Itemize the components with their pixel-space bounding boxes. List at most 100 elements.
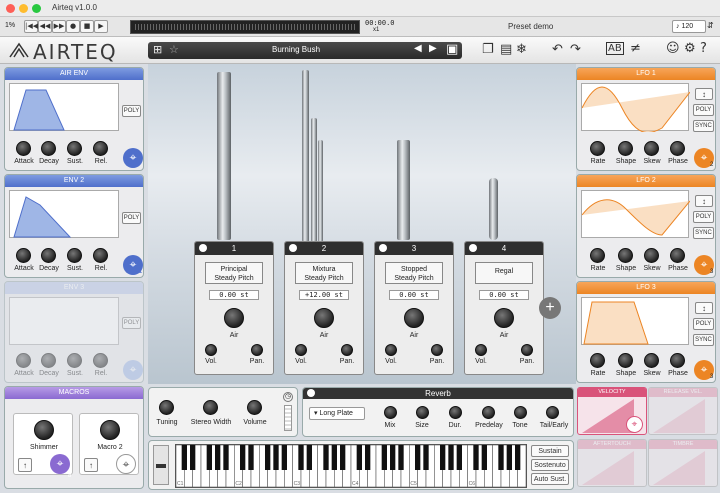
poly-button[interactable]: POLY bbox=[693, 104, 714, 116]
lfo-waveform-graph[interactable] bbox=[581, 190, 691, 238]
piano-keys[interactable]: C1 C2 C3 C4 C5 C6 bbox=[175, 444, 527, 488]
black-key[interactable] bbox=[306, 445, 312, 470]
volume-knob[interactable] bbox=[475, 344, 487, 356]
black-key[interactable] bbox=[248, 445, 254, 470]
shape-knob[interactable] bbox=[618, 353, 633, 368]
black-key[interactable] bbox=[398, 445, 404, 470]
preset-name[interactable]: Burning Bush bbox=[148, 45, 444, 54]
shimmer-knob[interactable] bbox=[34, 420, 54, 440]
black-key[interactable] bbox=[456, 445, 462, 470]
black-key[interactable] bbox=[215, 445, 221, 470]
pitch-field[interactable]: 0.00 st bbox=[479, 290, 529, 300]
stop-button[interactable]: ■ bbox=[80, 20, 94, 33]
previous-preset-icon[interactable]: ◀ bbox=[414, 43, 422, 54]
release-knob[interactable] bbox=[93, 248, 108, 263]
phase-knob[interactable] bbox=[670, 353, 685, 368]
next-preset-icon[interactable]: ▶ bbox=[429, 43, 437, 54]
pan-knob[interactable] bbox=[431, 344, 443, 356]
black-key[interactable] bbox=[273, 445, 279, 470]
settings-gear-icon[interactable]: ⚙ bbox=[684, 41, 696, 56]
black-key[interactable] bbox=[331, 445, 337, 470]
attack-knob[interactable] bbox=[16, 353, 31, 368]
poly-button[interactable]: POLY bbox=[122, 212, 141, 224]
preset-browser-bar[interactable]: ⊞ ☆ Burning Bush ◀ ▶ bbox=[148, 42, 462, 59]
layer-instrument-button[interactable]: Stopped Steady Pitch bbox=[385, 262, 443, 284]
release-velocity-panel[interactable]: RELEASE VEL. bbox=[648, 387, 718, 435]
shape-knob[interactable] bbox=[618, 141, 633, 156]
tuning-knob[interactable] bbox=[159, 400, 174, 415]
air-knob[interactable] bbox=[404, 308, 424, 328]
black-key[interactable] bbox=[415, 445, 421, 470]
black-key[interactable] bbox=[365, 445, 371, 470]
pan-knob[interactable] bbox=[521, 344, 533, 356]
sync-button[interactable]: SYNC bbox=[693, 227, 714, 239]
pitch-field[interactable]: +12.00 st bbox=[299, 290, 349, 300]
close-window-button[interactable] bbox=[6, 4, 15, 13]
velocity-panel[interactable]: VELOCITY ⌖ bbox=[577, 387, 647, 435]
help-icon[interactable]: ? bbox=[700, 41, 707, 56]
layer-power-icon[interactable] bbox=[199, 244, 207, 252]
volume-knob[interactable] bbox=[295, 344, 307, 356]
stereo-width-knob[interactable] bbox=[203, 400, 218, 415]
air-knob[interactable] bbox=[314, 308, 334, 328]
mod-target-icon[interactable]: ⌖ bbox=[50, 454, 70, 474]
black-key[interactable] bbox=[323, 445, 329, 470]
paste-icon[interactable]: ▤ bbox=[500, 42, 512, 57]
black-key[interactable] bbox=[440, 445, 446, 470]
black-key[interactable] bbox=[240, 445, 246, 470]
save-preset-icon[interactable]: ▣ bbox=[446, 42, 458, 57]
volume-knob[interactable] bbox=[205, 344, 217, 356]
waveform-display[interactable] bbox=[130, 20, 360, 34]
predelay-knob[interactable] bbox=[482, 406, 495, 419]
piano-keyboard[interactable]: C1 C2 C3 C4 C5 C6 bbox=[175, 444, 527, 488]
rewind-start-button[interactable]: |◀◀ bbox=[24, 20, 38, 33]
skew-knob[interactable] bbox=[644, 248, 659, 263]
black-key[interactable] bbox=[265, 445, 271, 470]
macro-arrow-icon[interactable]: ↑ bbox=[18, 458, 32, 472]
redo-icon[interactable]: ↷ bbox=[570, 42, 581, 57]
mod-target-icon[interactable]: ⌖ bbox=[123, 148, 143, 168]
phase-knob[interactable] bbox=[670, 141, 685, 156]
air-knob[interactable] bbox=[224, 308, 244, 328]
release-knob[interactable] bbox=[93, 353, 108, 368]
black-key[interactable] bbox=[473, 445, 479, 470]
poly-button[interactable]: POLY bbox=[122, 105, 141, 117]
envelope-graph[interactable] bbox=[9, 83, 119, 131]
sync-button[interactable]: SYNC bbox=[693, 120, 714, 132]
black-key[interactable] bbox=[223, 445, 229, 470]
black-key[interactable] bbox=[448, 445, 454, 470]
reverb-power-icon[interactable] bbox=[307, 389, 315, 397]
decay-knob[interactable] bbox=[41, 248, 56, 263]
mod-target-icon[interactable]: ⌖ bbox=[116, 454, 136, 474]
layer-power-icon[interactable] bbox=[379, 244, 387, 252]
play-button[interactable]: ▶ bbox=[94, 20, 108, 33]
release-knob[interactable] bbox=[93, 141, 108, 156]
shape-knob[interactable] bbox=[618, 248, 633, 263]
rate-knob[interactable] bbox=[590, 141, 605, 156]
ab-compare-icon[interactable]: AB bbox=[606, 42, 624, 55]
envelope-graph[interactable] bbox=[9, 190, 119, 238]
black-key[interactable] bbox=[481, 445, 487, 470]
sustain-knob[interactable] bbox=[67, 353, 82, 368]
pan-knob[interactable] bbox=[251, 344, 263, 356]
rate-knob[interactable] bbox=[590, 353, 605, 368]
tempo-field[interactable]: ♪ 120 bbox=[672, 20, 706, 33]
mix-knob[interactable] bbox=[384, 406, 397, 419]
layer-power-icon[interactable] bbox=[289, 244, 297, 252]
lfo-waveform-graph[interactable] bbox=[581, 83, 691, 134]
copy-icon[interactable]: ❐ bbox=[482, 42, 494, 57]
invert-button[interactable]: ↕ bbox=[695, 302, 713, 314]
black-key[interactable] bbox=[506, 445, 512, 470]
black-key[interactable] bbox=[381, 445, 387, 470]
sustain-button[interactable]: Sustain bbox=[531, 445, 569, 457]
poly-button[interactable]: POLY bbox=[122, 317, 141, 329]
lfo-waveform-graph[interactable] bbox=[581, 297, 689, 345]
poly-button[interactable]: POLY bbox=[693, 211, 714, 223]
attack-knob[interactable] bbox=[16, 248, 31, 263]
air-knob[interactable] bbox=[494, 308, 514, 328]
sustain-knob[interactable] bbox=[67, 248, 82, 263]
black-key[interactable] bbox=[281, 445, 287, 470]
layer-power-icon[interactable] bbox=[469, 244, 477, 252]
randomize-icon[interactable]: ❄ bbox=[516, 42, 527, 57]
skew-knob[interactable] bbox=[644, 353, 659, 368]
